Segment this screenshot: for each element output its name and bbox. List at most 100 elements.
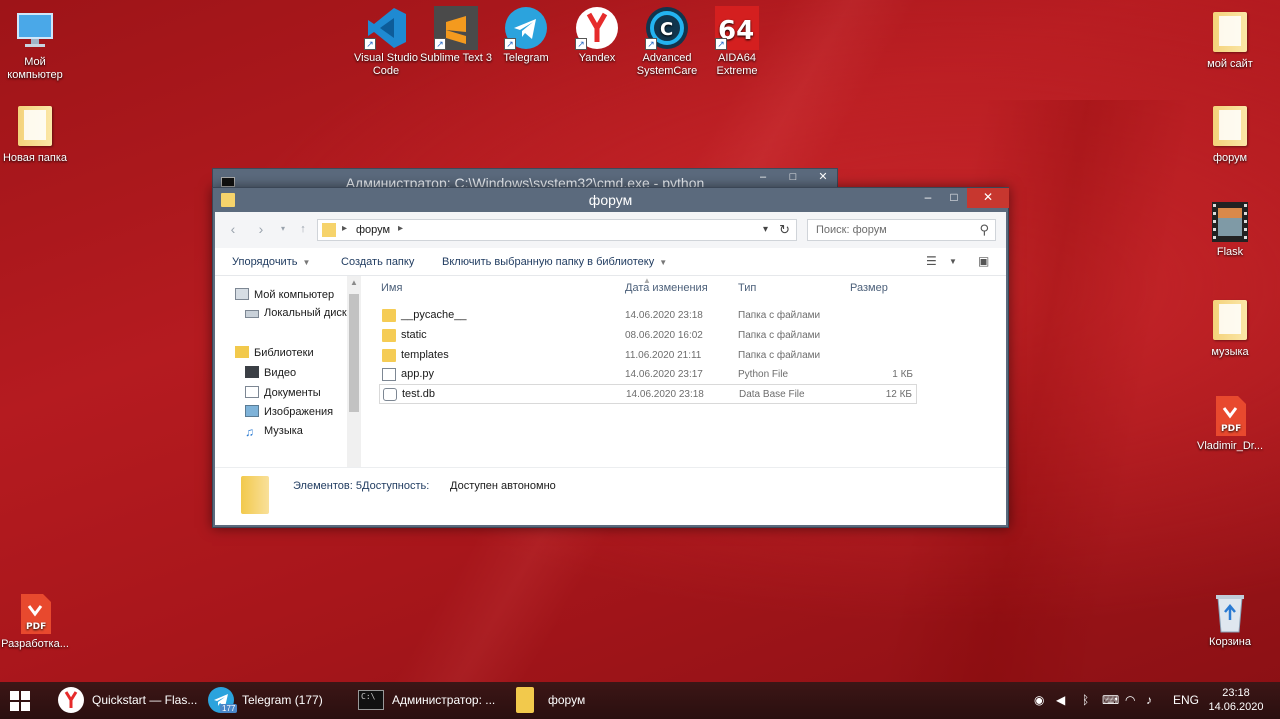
organize-button[interactable]: Упорядочить ▼ <box>232 256 310 268</box>
network-globe-icon[interactable]: ◉ <box>1034 693 1044 707</box>
desktop-icon-pdf-vladimir[interactable]: PDF Vladimir_Dr... <box>1192 394 1268 453</box>
desktop-icon-label: Telegram <box>503 52 549 64</box>
minimize-button[interactable]: – <box>915 188 941 208</box>
recent-locations-button[interactable]: ▾ <box>275 222 291 238</box>
chevron-right-icon[interactable]: ▸ <box>398 223 403 234</box>
cmd-maximize-button[interactable]: □ <box>779 169 807 187</box>
sublime-icon: ↗ <box>434 6 478 50</box>
file-list: ▲ Имя Дата изменения Тип Размер __pycach… <box>363 276 1006 492</box>
desktop-icon-pdf-razrabotka[interactable]: PDF Разработка... <box>0 592 73 651</box>
column-header-date[interactable]: Дата изменения <box>625 282 708 294</box>
taskbar-item-cmd[interactable]: C:\ Администратор: ... <box>352 682 502 719</box>
nav-item-label: Локальный диск <box>264 307 347 319</box>
nav-scrollbar[interactable]: ▲ ▼ <box>347 276 361 492</box>
preview-pane-icon[interactable]: ▣ <box>978 254 989 268</box>
nav-item-documents[interactable]: Документы <box>245 386 321 399</box>
file-row[interactable]: test.db 14.06.2020 23:18 Data Base File … <box>379 384 917 404</box>
desktop-icon-new-folder[interactable]: Новая папка <box>0 104 73 165</box>
document-icon <box>245 386 259 398</box>
wifi-icon[interactable]: ◠ <box>1125 693 1135 707</box>
clock[interactable]: 23:18 14.06.2020 <box>1206 686 1266 714</box>
cmd-minimize-button[interactable]: – <box>749 169 777 187</box>
desktop-icon-flask[interactable]: Flask <box>1192 200 1268 259</box>
desktop-icon-aida64[interactable]: 64 ↗ AIDA64 Extreme <box>699 6 775 78</box>
include-library-label: Включить выбранную папку в библиотеку <box>442 256 655 268</box>
taskbar-item-forum[interactable]: форум <box>508 682 618 719</box>
pdf-icon: PDF <box>1208 394 1252 438</box>
file-date: 14.06.2020 23:18 <box>626 389 704 400</box>
folder-icon <box>241 476 269 514</box>
desktop-icon-my-computer[interactable]: Мой компьютер <box>0 10 73 82</box>
taskbar-item-label: Telegram (177) <box>242 693 323 707</box>
folder-icon <box>1208 300 1252 344</box>
desktop-icon-yandex[interactable]: ↗ Yandex <box>559 6 635 65</box>
nav-item-computer[interactable]: Мой компьютер <box>235 288 334 301</box>
film-icon <box>1208 200 1252 244</box>
recycle-bin-icon <box>1208 590 1252 634</box>
desktop-icon-label: Visual Studio Code <box>353 52 418 77</box>
start-button[interactable] <box>10 691 30 711</box>
close-button[interactable]: ✕ <box>967 188 1009 208</box>
file-row[interactable]: templates 11.06.2020 21:11 Папка с файла… <box>379 346 917 366</box>
scrollbar-thumb[interactable] <box>349 294 359 412</box>
file-size: 12 КБ <box>885 389 912 400</box>
refresh-icon[interactable]: ↻ <box>779 222 790 238</box>
taskbar-item-yandex[interactable]: Quickstart — Flas... <box>52 682 202 719</box>
folder-icon <box>382 309 396 322</box>
svg-text:C: C <box>660 19 673 40</box>
up-button[interactable]: ↑ <box>295 222 311 238</box>
file-row[interactable]: static 08.06.2020 16:02 Папка с файлами <box>379 326 917 346</box>
file-date: 14.06.2020 23:17 <box>625 369 703 380</box>
nav-item-images[interactable]: Изображения <box>245 405 333 418</box>
desktop-icon-my-site[interactable]: мой сайт <box>1192 10 1268 71</box>
file-row[interactable]: app.py 14.06.2020 23:17 Python File 1 КБ <box>379 365 917 385</box>
column-header-size[interactable]: Размер <box>850 282 888 294</box>
command-bar: Упорядочить ▼ Создать папку Включить выбр… <box>215 248 1006 276</box>
nav-item-libraries[interactable]: Библиотеки <box>235 346 314 359</box>
folder-icon <box>382 329 396 342</box>
desktop-icon-music[interactable]: музыка <box>1192 298 1268 359</box>
maximize-button[interactable]: □ <box>941 188 967 208</box>
address-current[interactable]: форум <box>356 224 390 236</box>
language-indicator[interactable]: ENG <box>1173 693 1199 707</box>
nav-item-label: Музыка <box>264 425 303 437</box>
file-row[interactable]: __pycache__ 14.06.2020 23:18 Папка с фай… <box>379 306 917 326</box>
nav-item-local-disk[interactable]: Локальный диск <box>245 307 347 319</box>
scroll-up-icon[interactable]: ▲ <box>347 278 361 287</box>
column-header-name[interactable]: Имя <box>381 282 402 294</box>
taskbar-item-label: Quickstart — Flas... <box>92 693 198 707</box>
volume-icon[interactable]: ♪ <box>1146 693 1152 707</box>
include-library-button[interactable]: Включить выбранную папку в библиотеку ▼ <box>442 256 667 268</box>
nav-item-label: Видео <box>264 367 297 379</box>
desktop-icon-sublime[interactable]: ↗ Sublime Text 3 <box>418 6 494 65</box>
cmd-icon: C:\ <box>358 690 384 710</box>
taskbar-item-telegram[interactable]: 177 Telegram (177) <box>202 682 352 719</box>
bluetooth-icon[interactable]: ᛒ <box>1082 693 1089 707</box>
desktop-icon-systemcare[interactable]: C ↗ Advanced SystemCare <box>629 6 705 78</box>
back-button[interactable]: ‹ <box>225 222 241 238</box>
nav-item-video[interactable]: Видео <box>245 366 296 379</box>
status-items-count: Элементов: 5 <box>293 480 362 492</box>
cmd-close-button[interactable]: ✕ <box>809 169 837 187</box>
search-input[interactable]: Поиск: форум ⚲ <box>807 219 996 241</box>
desktop-icon-recycle-bin[interactable]: Корзина <box>1192 590 1268 649</box>
address-bar[interactable]: ▸ форум ▸ ▾ ↻ <box>317 219 797 241</box>
status-availability-label: Доступность: <box>362 480 430 492</box>
new-folder-button[interactable]: Создать папку <box>341 256 414 268</box>
navigation-pane: Мой компьютер Локальный диск Библиотеки … <box>215 276 363 492</box>
desktop-icon-forum[interactable]: форум <box>1192 104 1268 165</box>
nav-item-music[interactable]: ♫ Музыка <box>245 425 303 439</box>
keyboard-icon[interactable]: ⌨ <box>1102 693 1119 707</box>
folder-icon <box>1208 12 1252 56</box>
view-options-icon[interactable]: ☰ <box>926 254 937 268</box>
search-icon[interactable]: ⚲ <box>979 222 989 238</box>
forward-button[interactable]: › <box>253 222 269 238</box>
explorer-window[interactable]: форум – □ ✕ ‹ › ▾ ↑ ▸ форум ▸ ▾ ↻ Поиск:… <box>212 187 1009 528</box>
desktop-icon-telegram[interactable]: ↗ Telegram <box>488 6 564 65</box>
desktop-icon-vscode[interactable]: ↗ Visual Studio Code <box>348 6 424 78</box>
pdf-icon: PDF <box>13 592 57 636</box>
chevron-down-icon[interactable]: ▼ <box>949 257 957 266</box>
chevron-down-icon[interactable]: ▾ <box>763 224 768 235</box>
column-header-type[interactable]: Тип <box>738 282 756 294</box>
speaker-icon[interactable]: ◀ <box>1056 693 1065 707</box>
